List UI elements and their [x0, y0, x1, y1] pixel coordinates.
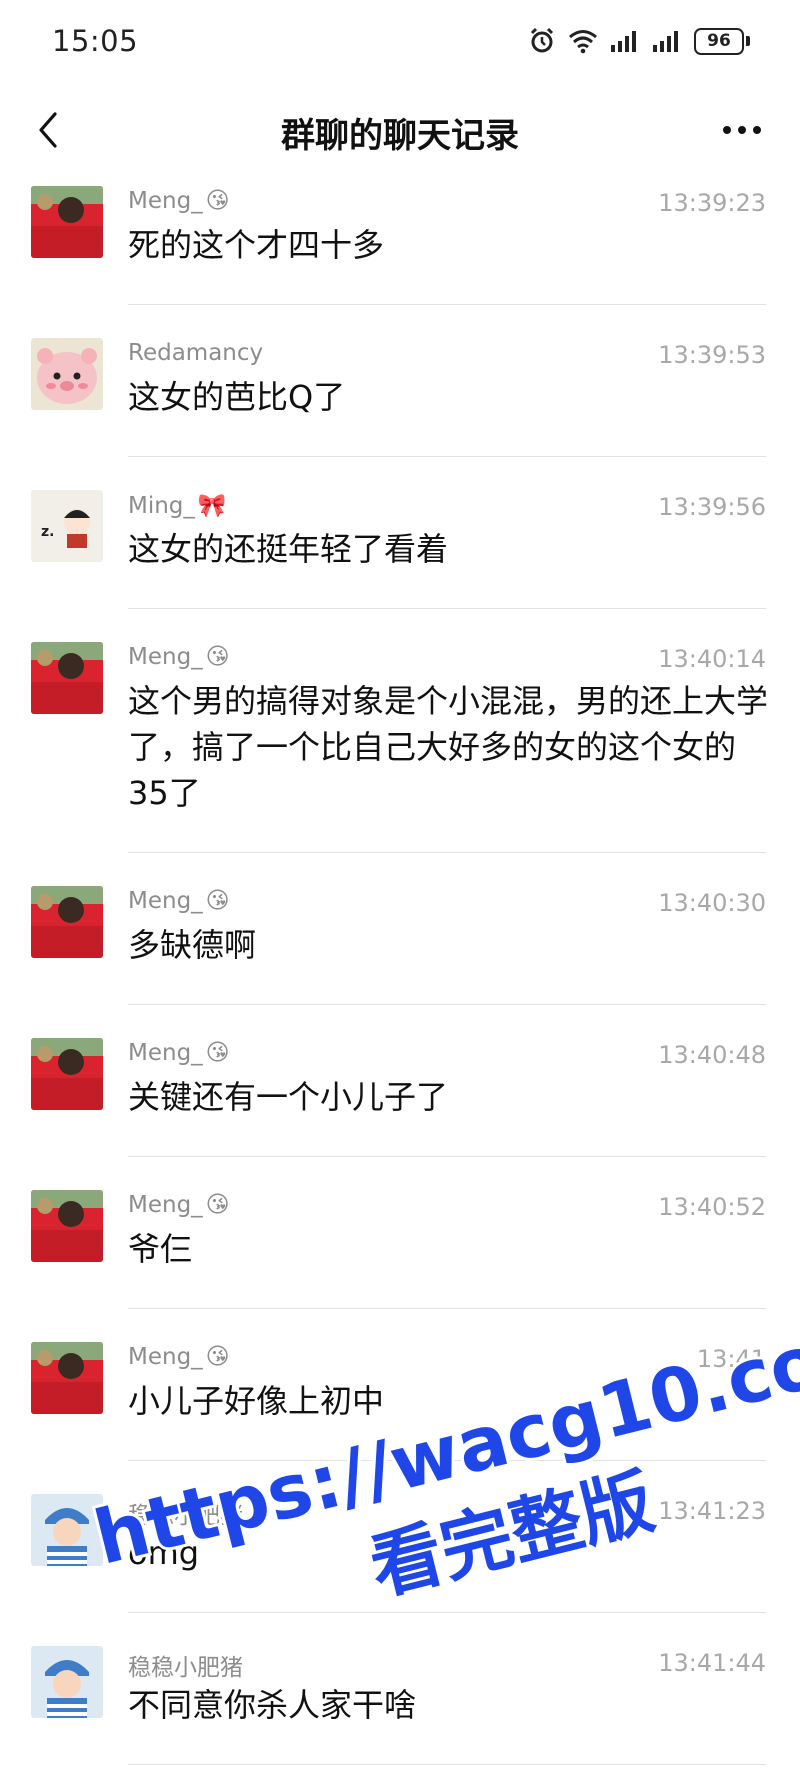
message-time: 13:40:30	[658, 889, 766, 917]
more-button[interactable]	[710, 104, 774, 156]
divider	[128, 456, 766, 457]
avatar[interactable]	[31, 642, 103, 714]
message-item[interactable]: Redamancy 13:39:53 这女的芭比Q了	[0, 328, 800, 457]
divider	[128, 1004, 766, 1005]
message-text: 爷仨	[128, 1230, 193, 1268]
divider	[128, 304, 766, 305]
sender-name: Meng_ 😘	[128, 644, 230, 670]
sender-name: 稳稳小肥猪	[128, 1655, 243, 1681]
message-text: 多缺德啊	[128, 926, 257, 964]
sender-name: Meng_ 😘	[128, 888, 230, 914]
nav-bar: 群聊的聊天记录	[0, 84, 800, 176]
avatar[interactable]	[31, 1190, 103, 1262]
message-item[interactable]: Meng_ 😘 13:41 小儿子好像上初中	[0, 1332, 800, 1461]
sender-name: Ming_ 🎀	[128, 492, 227, 520]
message-item[interactable]: Meng_ 😘 13:40:48 关键还有一个小儿子了	[0, 1028, 800, 1157]
message-text: 死的这个才四十多	[128, 226, 385, 264]
alarm-icon	[530, 27, 554, 53]
wifi-icon	[569, 30, 597, 54]
message-time: 13:40:48	[658, 1041, 766, 1069]
message-time: 13:41	[696, 1345, 766, 1373]
avatar[interactable]	[31, 1038, 103, 1110]
message-item[interactable]: 稳稳小肥猪 13:41:23 omg	[0, 1484, 800, 1613]
avatar[interactable]	[31, 1494, 103, 1566]
message-text: 不同意你杀人家干啥	[128, 1686, 417, 1724]
message-item[interactable]: 稳稳小肥猪 13:41:44 不同意你杀人家干啥	[0, 1636, 800, 1765]
message-time: 13:41:23	[658, 1497, 766, 1525]
message-item[interactable]: Meng_ 😘 13:39:23 死的这个才四十多	[0, 176, 800, 305]
sender-name: Meng_ 😘	[128, 1192, 230, 1218]
signal-icon	[653, 31, 678, 52]
message-time: 13:39:23	[658, 189, 766, 217]
message-text: 这个男的搞得对象是个小混混，男的还上大学了，搞了一个比自己大好多的女的这个女的3…	[128, 682, 769, 812]
status-time: 15:05	[52, 24, 139, 58]
message-text: omg	[128, 1534, 200, 1572]
status-bar: 15:05 96	[0, 0, 800, 84]
svg-text:z.: z.	[41, 524, 54, 540]
divider	[128, 1764, 766, 1765]
more-dots-icon	[723, 126, 761, 134]
message-text: 这女的芭比Q了	[128, 378, 346, 416]
battery-level: 96	[694, 27, 744, 55]
avatar[interactable]	[31, 338, 103, 410]
message-item[interactable]: Meng_ 😘 13:40:52 爷仨	[0, 1180, 800, 1309]
message-item[interactable]: Meng_ 😘 13:40:30 多缺德啊	[0, 876, 800, 1005]
signal-icon	[611, 31, 636, 52]
status-icons: 96	[528, 26, 750, 56]
avatar[interactable]: z.	[31, 490, 103, 562]
battery-icon: 96	[694, 27, 750, 55]
message-time: 13:39:56	[658, 493, 766, 521]
message-time: 13:39:53	[658, 341, 766, 369]
divider	[128, 852, 766, 853]
page-title: 群聊的聊天记录	[281, 116, 519, 156]
divider	[128, 608, 766, 609]
message-text: 关键还有一个小儿子了	[128, 1078, 449, 1116]
avatar[interactable]	[31, 886, 103, 958]
message-time: 13:41:44	[658, 1649, 766, 1677]
sender-name: Meng_ 😘	[128, 188, 230, 214]
message-time: 13:40:52	[658, 1193, 766, 1221]
avatar[interactable]	[31, 1646, 103, 1718]
avatar[interactable]	[31, 186, 103, 258]
sender-name: 稳稳小肥猪	[128, 1503, 243, 1529]
message-item[interactable]: z. Ming_ 🎀 13:39:56 这女的还挺年轻了看着	[0, 480, 800, 609]
divider	[128, 1156, 766, 1157]
message-item[interactable]: Meng_ 😘 13:40:14 这个男的搞得对象是个小混混，男的还上大学了，搞了…	[0, 632, 800, 853]
sender-name: Redamancy	[128, 340, 264, 366]
avatar[interactable]	[31, 1342, 103, 1414]
divider	[128, 1308, 766, 1309]
sender-name: Meng_ 😘	[128, 1344, 230, 1370]
message-time: 13:40:14	[658, 645, 766, 673]
sender-name: Meng_ 😘	[128, 1040, 230, 1066]
divider	[128, 1460, 766, 1461]
message-text: 小儿子好像上初中	[128, 1382, 385, 1420]
message-text: 这女的还挺年轻了看着	[128, 530, 449, 568]
divider	[128, 1612, 766, 1613]
